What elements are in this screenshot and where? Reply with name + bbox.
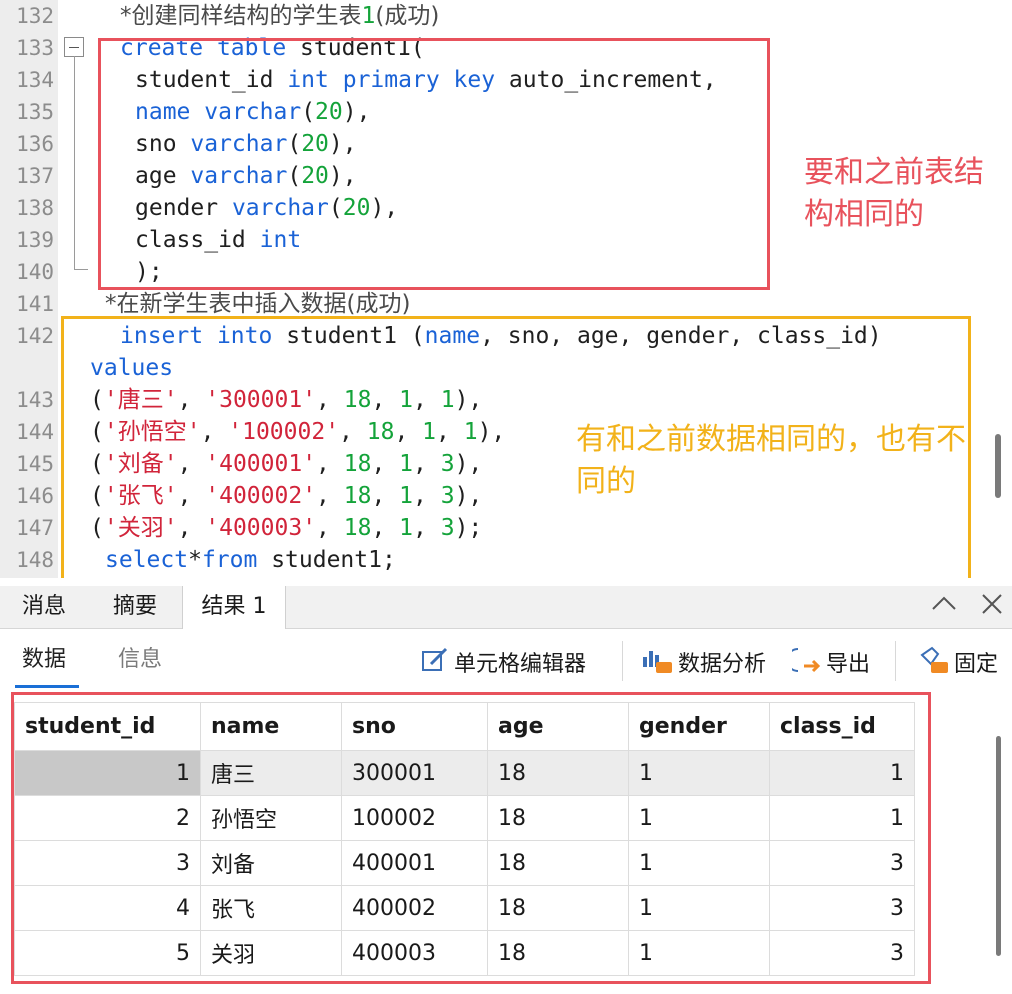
toolbar-separator bbox=[622, 641, 623, 681]
line-number: 134 bbox=[16, 68, 54, 92]
line-number: 132 bbox=[16, 4, 54, 28]
grid-scrollbar[interactable] bbox=[996, 736, 1001, 956]
subtab-active-indicator bbox=[15, 685, 79, 688]
tab-result-1[interactable]: 结果 1 bbox=[182, 586, 286, 629]
data-analysis-button[interactable]: 数据分析 bbox=[640, 645, 766, 677]
line-number: 145 bbox=[16, 452, 54, 476]
code-line[interactable]: 132 *创建同样结构的学生表1(成功) bbox=[0, 0, 1012, 32]
data-analysis-label: 数据分析 bbox=[678, 652, 767, 677]
subtab-info[interactable]: 信息 bbox=[118, 641, 162, 673]
pin-button[interactable]: 固定 bbox=[918, 645, 998, 677]
result-tabbar: 消息 摘要 结果 1 bbox=[0, 586, 1012, 629]
comment-text: *创建同样结构的学生表 bbox=[120, 3, 362, 29]
pin-icon bbox=[918, 645, 950, 685]
line-number: 143 bbox=[16, 388, 54, 412]
toolbar-separator bbox=[895, 641, 896, 681]
export-label: 导出 bbox=[826, 652, 871, 677]
result-toolbar: 数据 信息 单元格编辑器 数据分析 导出 固定 bbox=[0, 629, 1012, 689]
annotation-note-red: 要和之前表结构相同的 bbox=[804, 155, 984, 232]
cell-editor-button[interactable]: 单元格编辑器 bbox=[420, 645, 586, 677]
comment-text: (成功) bbox=[375, 3, 440, 29]
tab-summary[interactable]: 摘要 bbox=[88, 586, 182, 628]
line-number: 139 bbox=[16, 228, 54, 252]
edit-icon bbox=[420, 645, 450, 685]
annotation-box-grid bbox=[11, 692, 931, 984]
line-number: 147 bbox=[16, 516, 54, 540]
sql-editor[interactable]: 132 *创建同样结构的学生表1(成功) 133 create table stude… bbox=[0, 0, 1012, 578]
sql-number: 1 bbox=[361, 3, 376, 29]
line-number: 142 bbox=[16, 324, 54, 348]
tab-messages[interactable]: 消息 bbox=[0, 586, 88, 628]
pin-label: 固定 bbox=[954, 652, 999, 677]
line-number: 144 bbox=[16, 420, 54, 444]
line-number: 148 bbox=[16, 548, 54, 572]
subtab-data[interactable]: 数据 bbox=[22, 641, 66, 673]
close-icon[interactable] bbox=[980, 592, 1004, 623]
annotation-note-yellow: 有和之前数据相同的，也有不同的 bbox=[576, 422, 966, 499]
line-number: 140 bbox=[16, 260, 54, 284]
cell-editor-label: 单元格编辑器 bbox=[454, 652, 587, 677]
comment-text: *在新学生表中插入数据(成功) bbox=[105, 291, 411, 317]
line-number: 138 bbox=[16, 196, 54, 220]
code-text: *创建同样结构的学生表1(成功) bbox=[120, 0, 439, 32]
export-button[interactable]: 导出 bbox=[786, 645, 871, 677]
line-number: 146 bbox=[16, 484, 54, 508]
line-number: 136 bbox=[16, 132, 54, 156]
line-number: 141 bbox=[16, 292, 54, 316]
line-number: 135 bbox=[16, 100, 54, 124]
export-icon bbox=[786, 645, 822, 685]
annotation-box-red bbox=[98, 38, 770, 290]
result-panel: 消息 摘要 结果 1 数据 信息 单元格编辑器 数据分析 导出 固定 stude… bbox=[0, 586, 1012, 994]
chart-icon bbox=[640, 645, 674, 685]
line-number: 133 bbox=[16, 36, 54, 60]
line-number: 137 bbox=[16, 164, 54, 188]
collapse-icon[interactable] bbox=[930, 592, 958, 623]
editor-scrollbar[interactable] bbox=[995, 434, 1001, 498]
